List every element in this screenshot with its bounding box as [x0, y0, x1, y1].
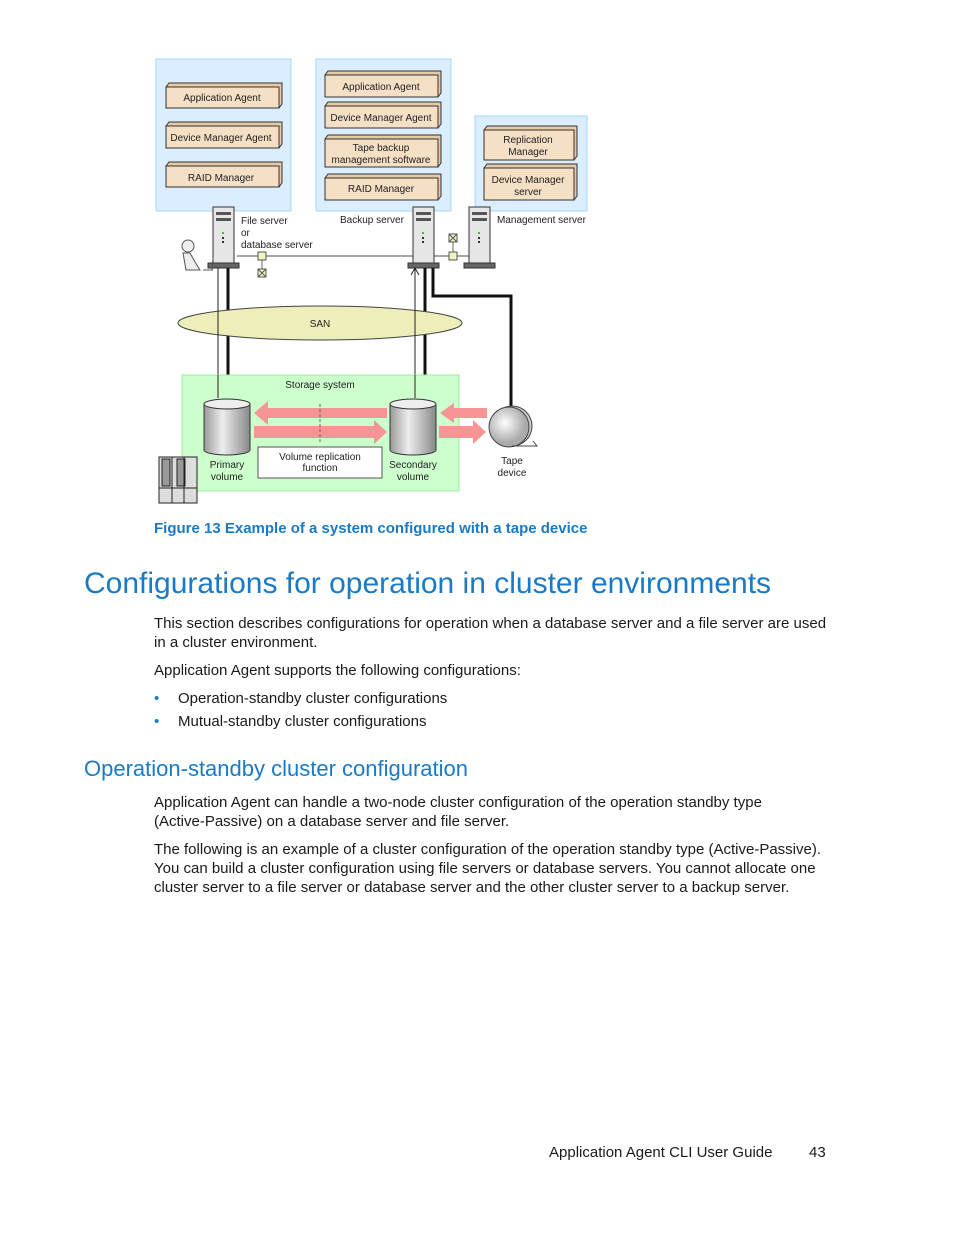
section-paragraph: This section describes configurations fo…: [154, 615, 827, 651]
subsection-paragraph: Application Agent can handle a two-node …: [154, 794, 762, 830]
secondary-volume-label: volume: [397, 472, 430, 483]
bullet-icon: •: [154, 713, 160, 730]
tape-device-icon: [488, 405, 539, 448]
component-label: Manager: [508, 147, 548, 158]
secondary-volume-label: Secondary: [389, 460, 437, 471]
primary-volume-icon: [203, 398, 251, 456]
component-label: RAID Manager: [188, 173, 255, 184]
bullet-icon: •: [154, 690, 160, 707]
component-label: Device Manager: [492, 175, 565, 186]
storage-label: Storage system: [285, 380, 354, 391]
component-label: Application Agent: [183, 93, 261, 104]
file-server-label: database server: [241, 240, 313, 251]
replication-function-label: Volume replication: [279, 452, 361, 463]
server-icon: [407, 206, 440, 269]
figure-caption: Figure 13 Example of a system configured…: [154, 520, 588, 537]
file-server-label: or: [241, 228, 251, 239]
system-diagram: Application Agent Device Manager Agent R…: [155, 58, 588, 504]
san-label: SAN: [310, 319, 331, 330]
component-label: RAID Manager: [348, 184, 415, 195]
configuration-list: • Operation-standby cluster configuration…: [154, 689, 447, 735]
replication-function-label: function: [302, 463, 337, 474]
primary-volume-label: volume: [211, 472, 244, 483]
component-label: management software: [332, 155, 431, 166]
component-label: server: [514, 187, 542, 198]
component-label: Application Agent: [342, 82, 420, 93]
secondary-volume-icon: [389, 398, 437, 456]
component-label: Device Manager Agent: [330, 113, 431, 124]
backup-server-label: Backup server: [340, 215, 405, 226]
subsection-title: Operation-standby cluster configuration: [84, 756, 468, 781]
component-label: Tape backup: [353, 143, 410, 154]
list-item-text: Operation-standby cluster configurations: [178, 690, 448, 707]
footer-title: Application Agent CLI User Guide: [549, 1144, 773, 1161]
page-number: 43: [809, 1144, 826, 1161]
file-server-label: File server: [241, 216, 288, 227]
tape-device-label: device: [498, 468, 527, 479]
component-label: Replication: [503, 135, 552, 146]
management-server-label: Management server: [497, 215, 587, 226]
list-item: • Operation-standby cluster configuration…: [154, 689, 447, 712]
server-icon: [463, 206, 496, 269]
storage-rack-icon: [158, 456, 198, 504]
section-paragraph: Application Agent supports the following…: [154, 662, 521, 679]
tape-device-label: Tape: [501, 456, 523, 467]
subsection-paragraph: The following is an example of a cluster…: [154, 841, 822, 896]
list-item-text: Mutual-standby cluster configurations: [178, 713, 427, 730]
section-title: Configurations for operation in cluster …: [84, 567, 772, 600]
list-item: • Mutual-standby cluster configurations: [154, 712, 447, 735]
component-label: Device Manager Agent: [170, 133, 271, 144]
primary-volume-label: Primary: [210, 460, 244, 471]
